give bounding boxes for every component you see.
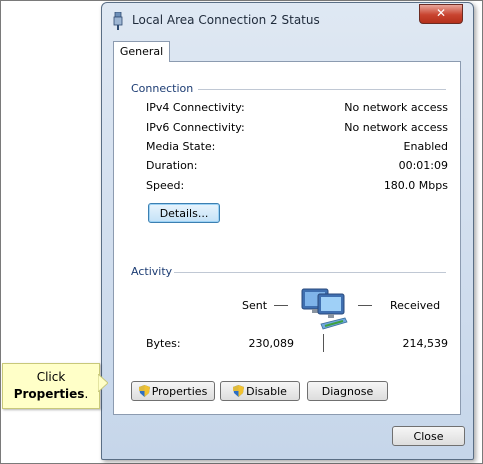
general-tab-panel: Connection IPv4 Connectivity: No network… (113, 61, 461, 415)
activity-heading: Activity (131, 265, 173, 278)
connection-heading: Connection (131, 82, 194, 95)
details-button[interactable]: Details... (148, 203, 220, 223)
callout-line2: Properties. (3, 387, 99, 401)
disable-button-label: Disable (246, 385, 287, 398)
network-computers-icon (301, 288, 348, 330)
bytes-sent-value: 230,089 (248, 337, 295, 350)
duration-label: Duration: (146, 159, 198, 172)
callout-properties: Properties (13, 387, 85, 401)
duration-value: 00:01:09 (398, 159, 448, 172)
tab-general[interactable]: General (113, 41, 170, 62)
ipv6-label: IPv6 Connectivity: (146, 121, 245, 134)
network-adapter-icon (113, 12, 123, 30)
media-state-value: Enabled (403, 140, 448, 153)
received-label: Received (390, 299, 441, 312)
ipv4-value: No network access (344, 101, 448, 114)
bytes-label: Bytes: (146, 337, 181, 350)
diagnose-button[interactable]: Diagnose (307, 381, 388, 401)
shield-icon (233, 385, 245, 397)
sent-label: Sent (242, 299, 268, 312)
properties-button[interactable]: Properties (131, 381, 215, 401)
bytes-received-value: 214,539 (402, 337, 449, 350)
sent-line (274, 305, 288, 306)
callout-pointer (98, 374, 108, 392)
ipv4-label: IPv4 Connectivity: (146, 101, 245, 114)
ipv6-value: No network access (344, 121, 448, 134)
properties-button-label: Properties (151, 385, 208, 398)
callout-period: . (84, 387, 89, 401)
received-line (358, 305, 372, 306)
callout-line1: Click (36, 370, 66, 384)
activity-center-line (323, 334, 324, 352)
window-title: Local Area Connection 2 Status (132, 13, 320, 27)
instruction-callout: Click Properties. (2, 363, 100, 409)
shield-icon (138, 385, 150, 397)
status-dialog: Local Area Connection 2 Status ✕ General… (101, 2, 474, 460)
speed-value: 180.0 Mbps (383, 179, 448, 192)
disable-button[interactable]: Disable (220, 381, 300, 401)
activity-divider (174, 272, 446, 273)
media-state-label: Media State: (146, 140, 216, 153)
close-button[interactable]: Close (392, 426, 465, 446)
speed-label: Speed: (146, 179, 185, 192)
connection-divider (198, 89, 446, 90)
window-close-button[interactable]: ✕ (419, 4, 463, 24)
